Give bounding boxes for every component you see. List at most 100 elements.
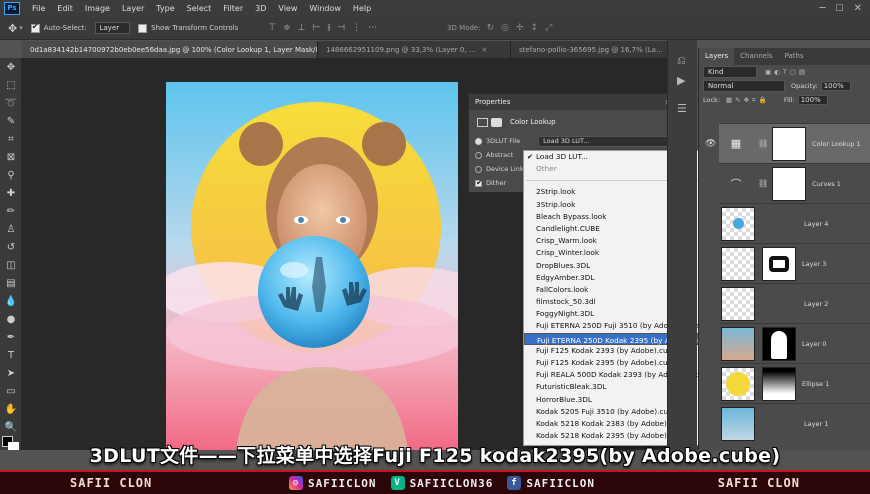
layer-row-layer-0[interactable]: Layer 0 (719, 323, 870, 363)
blur-tool-icon[interactable]: 💧 (3, 294, 19, 309)
zoom-tool-icon[interactable]: 🔍 (3, 420, 19, 435)
menu-select[interactable]: Select (181, 4, 218, 13)
tab-document-1[interactable]: 0d1a834142b14700972b0eb0ee56daa.jpg @ 10… (22, 41, 318, 58)
menu-view[interactable]: View (272, 4, 303, 13)
menu-image[interactable]: Image (79, 4, 116, 13)
layer-row-layer-4[interactable]: Layer 4 (719, 203, 870, 243)
layer-mask-thumbnail[interactable] (772, 166, 807, 201)
menu-help[interactable]: Help (347, 4, 377, 13)
tab-channels[interactable]: Channels (734, 48, 778, 65)
menu-3d[interactable]: 3D (249, 4, 272, 13)
path-selection-tool-icon[interactable]: ➤ (3, 366, 19, 381)
filter-icons[interactable]: ▣◐T▢▤ (765, 68, 808, 76)
tab-layers[interactable]: Layers (699, 48, 735, 65)
tab-paths[interactable]: Paths (779, 48, 810, 65)
frame-tool-icon[interactable]: ⊠ (3, 150, 19, 165)
layer-thumbnail[interactable] (721, 286, 755, 321)
quick-select-tool-icon[interactable]: ✎ (3, 114, 19, 129)
menu-type[interactable]: Type (150, 4, 180, 13)
lut-file-radio[interactable] (475, 137, 482, 145)
document-canvas-image[interactable] (166, 82, 458, 450)
3d-slide-icon[interactable]: ↕ (531, 23, 539, 33)
layer-row-layer-2[interactable]: Layer 2 (719, 283, 870, 323)
3d-pan-icon[interactable]: ✢ (516, 23, 524, 33)
maximize-icon[interactable]: ☐ (836, 4, 844, 14)
auto-select-checkbox[interactable] (30, 22, 40, 33)
distribute-icon[interactable]: ⋮ (352, 23, 361, 33)
auto-select-option[interactable]: Auto-Select: (30, 22, 87, 33)
clone-stamp-tool-icon[interactable]: ♙ (3, 222, 19, 237)
fill-input[interactable]: 100% (797, 95, 828, 105)
align-center-icon[interactable]: ⫲ (327, 23, 330, 33)
gradient-tool-icon[interactable]: ▤ (3, 276, 19, 291)
layer-row-color-lookup[interactable]: 👁 ▦ ⛓ Color Lookup 1 (705, 123, 870, 163)
close-window-icon[interactable]: ✕ (854, 3, 862, 14)
layer-row-ellipse-1[interactable]: Ellipse 1 (719, 363, 870, 403)
move-tool-icon[interactable]: ✥ (8, 22, 17, 35)
layer-mask-thumbnail[interactable] (772, 126, 807, 161)
layer-row-layer-3[interactable]: Layer 3 (719, 243, 870, 283)
layer-mask-thumbnail[interactable] (762, 326, 796, 361)
link-icon[interactable]: ⛓ (758, 179, 768, 188)
actions-panel-icon[interactable]: ▶ (677, 74, 685, 87)
distribute-h-icon[interactable]: ⋯ (368, 23, 377, 33)
eraser-tool-icon[interactable]: ◫ (3, 258, 19, 273)
menu-edit[interactable]: Edit (51, 4, 79, 13)
dither-checkbox[interactable] (475, 178, 483, 187)
tab-document-3[interactable]: stefano-pollio-365695.jpg @ 16,7% (La...… (511, 41, 690, 58)
align-bottom-icon[interactable]: ⊥ (298, 23, 306, 33)
menu-layer[interactable]: Layer (116, 4, 150, 13)
transform-controls-option[interactable]: Show Transform Controls (138, 23, 238, 33)
shape-tool-icon[interactable]: ▭ (3, 384, 19, 399)
device-link-radio[interactable] (475, 165, 482, 173)
type-tool-icon[interactable]: T (3, 348, 19, 363)
blend-mode-select[interactable]: Normal (703, 80, 785, 92)
layer-mask-thumbnail[interactable] (762, 366, 796, 401)
history-panel-icon[interactable]: ⎌ (677, 54, 686, 68)
menu-file[interactable]: File (26, 4, 51, 13)
eyedropper-tool-icon[interactable]: ⚲ (3, 168, 19, 183)
abstract-radio[interactable] (475, 151, 482, 159)
dodge-tool-icon[interactable]: ● (3, 312, 19, 327)
close-tab-icon[interactable]: × (481, 46, 487, 54)
transform-controls-checkbox[interactable] (138, 23, 148, 33)
hand-tool-icon[interactable]: ✋ (3, 402, 19, 417)
layer-thumbnail[interactable] (721, 406, 755, 441)
tab-document-2[interactable]: 1486662951109.png @ 33,3% (Layer 0, ... × (318, 41, 511, 58)
3d-roll-icon[interactable]: ◎ (501, 23, 509, 33)
layer-thumbnail[interactable] (721, 246, 755, 281)
marquee-tool-icon[interactable]: ⬚ (3, 78, 19, 93)
tool-preset-chevron-icon[interactable]: ▾ (19, 24, 23, 32)
pen-tool-icon[interactable]: ✒ (3, 330, 19, 345)
layer-thumbnail[interactable] (721, 326, 755, 361)
properties-panel-icon[interactable]: ☰ (677, 102, 687, 115)
opacity-input[interactable]: 100% (820, 81, 851, 91)
menu-window[interactable]: Window (303, 4, 347, 13)
layer-thumbnail[interactable] (721, 206, 755, 241)
layer-kind-filter[interactable]: Kind (703, 66, 757, 78)
align-right-icon[interactable]: ⊣ (337, 23, 345, 33)
layer-row-layer-1[interactable]: Layer 1 (719, 403, 870, 443)
3d-scale-icon[interactable]: ⤢ (545, 23, 552, 33)
layer-mask-thumbnail[interactable] (762, 246, 796, 281)
link-icon[interactable]: ⛓ (758, 139, 768, 148)
lock-icons[interactable]: ▦✎✥⌗🔒 (726, 96, 770, 105)
minimize-icon[interactable]: ─ (820, 3, 826, 14)
layer-thumbnail[interactable] (721, 366, 755, 401)
lasso-tool-icon[interactable]: ➰ (3, 96, 19, 111)
align-left-icon[interactable]: ⊢ (312, 23, 320, 33)
3d-rotate-icon[interactable]: ↻ (487, 23, 495, 33)
align-middle-icon[interactable]: ≑ (283, 23, 291, 33)
align-top-icon[interactable]: ⊤ (268, 23, 276, 33)
healing-brush-tool-icon[interactable]: ✚ (3, 186, 19, 201)
crop-tool-icon[interactable]: ⌗ (3, 132, 19, 147)
brush-tool-icon[interactable]: ✏ (3, 204, 19, 219)
layer-row-curves[interactable]: ⌒ ⛓ Curves 1 (719, 163, 870, 203)
mask-icon[interactable] (491, 117, 502, 127)
lut-file-select[interactable]: Load 3D LUT... (538, 135, 671, 147)
auto-select-target-select[interactable]: Layer (94, 22, 131, 34)
visibility-eye-icon[interactable]: 👁 (705, 139, 716, 149)
history-brush-tool-icon[interactable]: ↺ (3, 240, 19, 255)
move-tool-icon[interactable]: ✥ (3, 60, 19, 75)
menu-filter[interactable]: Filter (217, 4, 249, 13)
